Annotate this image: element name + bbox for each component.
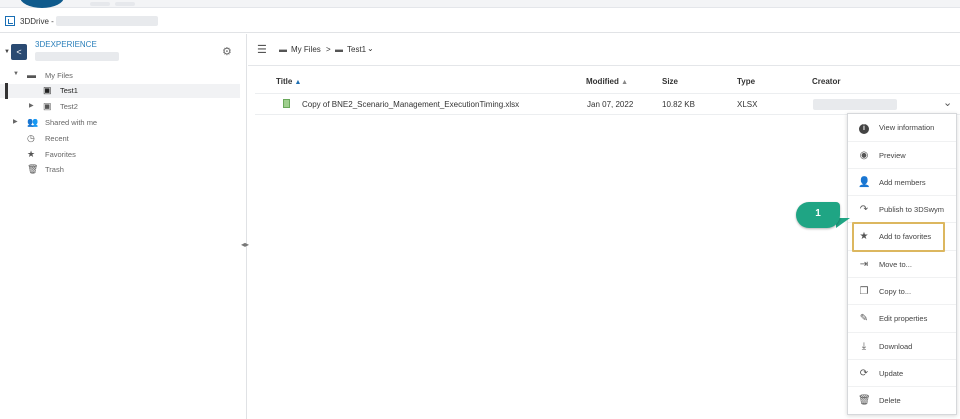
column-header-type[interactable]: Type [737, 77, 755, 86]
tree-label: My Files [45, 71, 73, 80]
share-icon: ↷ [859, 204, 869, 215]
tree-item-test1[interactable]: ▣ Test1 [0, 84, 240, 98]
folder-open-icon: ▣ [43, 85, 52, 95]
workspace-name[interactable]: 3DEXPERIENCE [35, 40, 97, 49]
tree-item-recent[interactable]: ◷ Recent [0, 132, 240, 146]
column-header-modified[interactable]: Modified ▲ [586, 77, 628, 86]
menu-item-publish-to-3dswym[interactable]: ↷ Publish to 3DSwym [848, 195, 956, 222]
redacted-user [35, 52, 119, 61]
menu-label: Copy to... [879, 287, 912, 296]
trash-icon: 🗑 [27, 164, 39, 174]
menu-label: Publish to 3DSwym [879, 205, 945, 214]
folder-icon: ▬ [335, 45, 343, 54]
tree-item-trash[interactable]: 🗑 Trash [0, 163, 240, 177]
toolbar-placeholder [90, 2, 110, 6]
menu-label: Edit properties [879, 314, 928, 323]
tree-item-test2[interactable]: ▶ ▣ Test2 [0, 100, 240, 114]
sort-up-icon[interactable]: ▲ [295, 79, 302, 86]
menu-item-download[interactable]: ⤓ Download [848, 332, 956, 359]
selection-indicator [5, 83, 8, 99]
file-size: 10.82 KB [662, 100, 695, 109]
step-callout: 1 [796, 202, 840, 228]
collapse-arrow-icon[interactable]: ▼ [4, 49, 10, 55]
trash-icon: 🗑 [858, 395, 871, 406]
breadcrumb-my-files[interactable]: My Files [291, 45, 321, 54]
app-bar: 3DDrive - [0, 9, 960, 33]
folder-icon: ▬ [279, 45, 287, 54]
menu-label: View information [879, 123, 935, 132]
folder-icon: ▣ [43, 101, 52, 111]
menu-item-update[interactable]: ⟳ Update [848, 359, 956, 386]
file-modified: Jan 07, 2022 [587, 100, 634, 109]
update-icon: ⟳ [859, 368, 869, 379]
sidebar: ▼ < 3DEXPERIENCE ⚙ ▼ ▬ My Files ▣ Test1 … [0, 34, 247, 419]
context-menu: i View information ◉ Preview 👤 Add membe… [847, 113, 957, 415]
download-icon: ⤓ [861, 341, 867, 352]
redacted-creator [813, 99, 897, 110]
move-icon: ⇥ [859, 259, 869, 270]
column-header-size[interactable]: Size [662, 77, 678, 86]
column-header-creator[interactable]: Creator [812, 77, 840, 86]
eye-icon: ◉ [859, 150, 869, 161]
tree-item-shared-with-me[interactable]: ▶ 👥 Shared with me [0, 116, 240, 130]
file-type: XLSX [737, 100, 758, 109]
tree-label: Favorites [45, 150, 76, 159]
step-number: 1 [815, 208, 821, 219]
menu-item-copy-to[interactable]: ❐ Copy to... [848, 277, 956, 304]
tree-item-my-files[interactable]: ▼ ▬ My Files [0, 69, 240, 83]
expand-right-icon[interactable]: ▶ [13, 118, 18, 125]
tree-label: Shared with me [45, 118, 98, 127]
menu-item-move-to[interactable]: ⇥ Move to... [848, 250, 956, 277]
menu-item-view-information[interactable]: i View information [848, 114, 956, 141]
chevron-down-icon[interactable]: ⌄ [367, 44, 374, 53]
share-network-icon: < [11, 44, 27, 60]
compass-logo[interactable] [20, 0, 64, 8]
tree-label: Test2 [60, 102, 78, 111]
expand-right-icon[interactable]: ▶ [29, 102, 34, 109]
clock-icon: ◷ [27, 133, 35, 143]
info-icon: i [859, 124, 869, 134]
file-title[interactable]: Copy of BNE2_Scenario_Management_Executi… [302, 100, 519, 109]
chevron-down-icon[interactable]: ⌄ [943, 96, 952, 109]
tree-label: Recent [45, 134, 69, 143]
menu-label: Add members [879, 178, 926, 187]
people-icon: 👥 [27, 117, 39, 127]
sort-up-icon[interactable]: ▲ [621, 79, 628, 86]
menu-label: Preview [879, 151, 906, 160]
redacted-name [56, 16, 158, 26]
breadcrumb-separator: > [326, 45, 331, 54]
menu-label: Update [879, 369, 904, 378]
tree-label: Trash [45, 165, 64, 174]
column-header-title[interactable]: Title ▲ [276, 77, 301, 86]
pencil-icon: ✎ [859, 313, 869, 324]
menu-label: Download [879, 342, 913, 351]
toolbar-placeholder [115, 2, 135, 6]
tree-item-favorites[interactable]: ★ Favorites [0, 148, 240, 162]
highlight-box [852, 222, 945, 252]
menu-label: Delete [879, 396, 901, 405]
star-icon: ★ [27, 149, 36, 159]
menu-item-edit-properties[interactable]: ✎ Edit properties [848, 304, 956, 331]
tree-label: Test1 [60, 86, 78, 95]
divider [248, 65, 960, 66]
3ddrive-icon [5, 16, 15, 26]
xlsx-file-icon [283, 99, 290, 108]
menu-item-add-members[interactable]: 👤 Add members [848, 168, 956, 195]
breadcrumb-test1[interactable]: Test1 [347, 45, 366, 54]
table-row[interactable]: Copy of BNE2_Scenario_Management_Executi… [255, 93, 960, 115]
menu-item-delete[interactable]: 🗑 Delete [848, 386, 956, 413]
gear-icon[interactable]: ⚙ [222, 45, 232, 58]
menu-item-preview[interactable]: ◉ Preview [848, 141, 956, 168]
copy-icon: ❐ [859, 286, 869, 297]
menu-icon[interactable]: ☰ [257, 43, 267, 56]
add-user-icon: 👤 [858, 177, 871, 188]
folder-icon: ▬ [27, 70, 36, 80]
menu-label: Move to... [879, 260, 912, 269]
expand-down-icon[interactable]: ▼ [13, 71, 19, 77]
top-strip [0, 0, 960, 8]
app-title: 3DDrive - [20, 17, 54, 26]
